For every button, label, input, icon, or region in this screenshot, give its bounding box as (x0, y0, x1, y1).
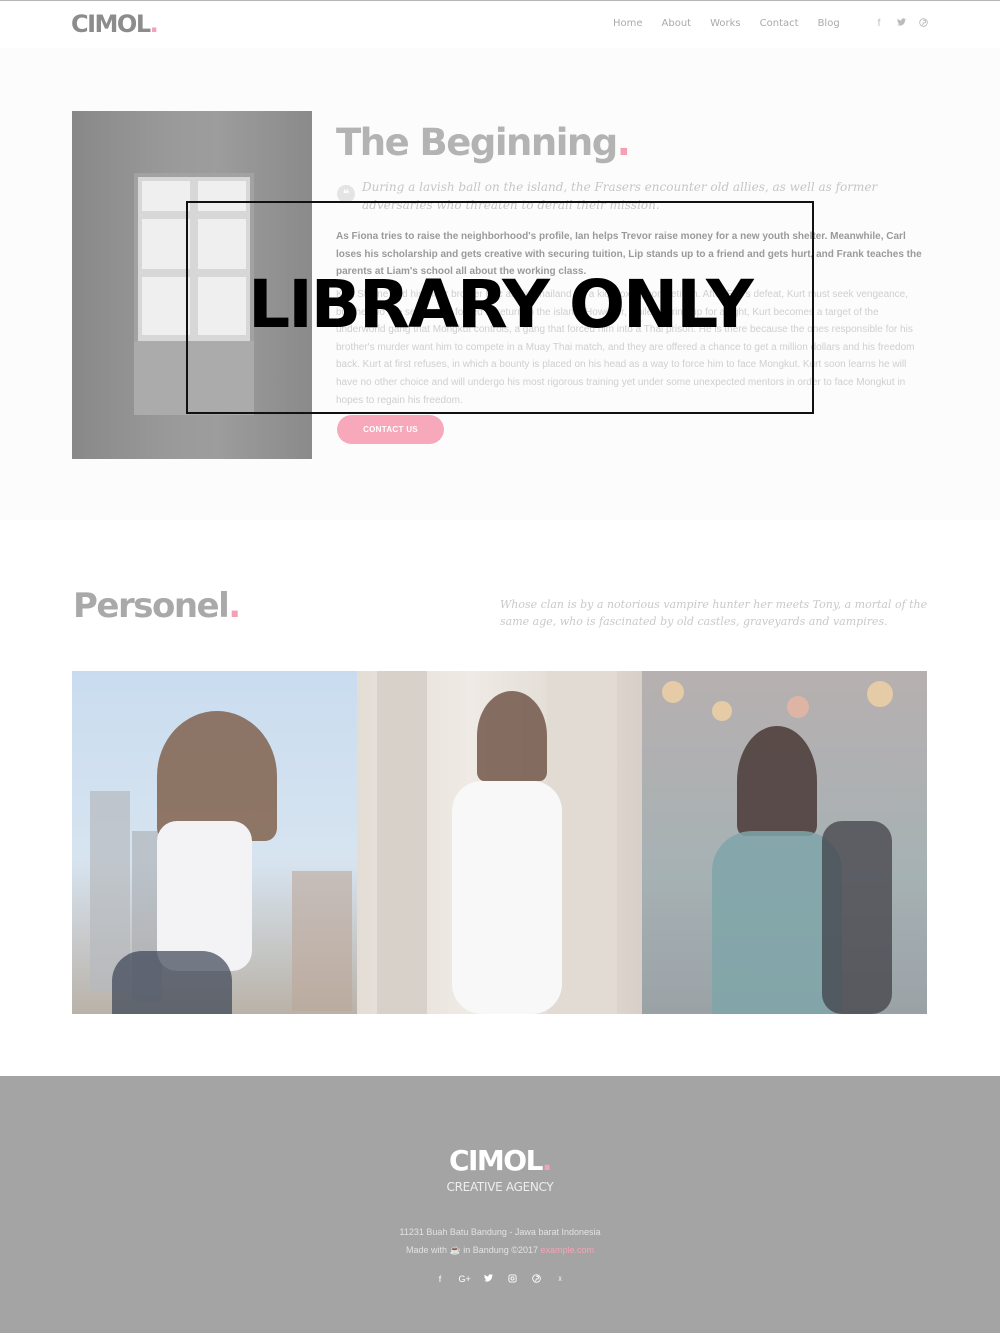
nav-works[interactable]: Works (710, 18, 741, 29)
personel-gallery (72, 671, 928, 1014)
footer-address: 11231 Buah Batu Bandung - Jawa barat Ind… (399, 1227, 601, 1237)
nav-home[interactable]: Home (613, 18, 643, 29)
gallery-photo-1[interactable] (72, 671, 357, 1014)
contact-us-button[interactable]: CONTACT US (337, 415, 444, 444)
library-only-watermark: LIBRARY ONLY (186, 201, 814, 414)
site-logo[interactable]: CIMOL. (71, 10, 159, 38)
site-footer: CIMOL. CREATIVE AGENCY 11231 Buah Batu B… (0, 1076, 1000, 1333)
footer-social: f G+ ᵡ (0, 1274, 1000, 1285)
header-social: f (874, 18, 928, 30)
footer-link[interactable]: example.com (540, 1245, 594, 1255)
pinterest-icon[interactable] (531, 1274, 542, 1285)
footer-made-with: Made with ☕ in Bandung ©2017 example.com (405, 1245, 595, 1255)
personel-title: Personel. (73, 586, 241, 626)
twitter-icon[interactable] (896, 18, 906, 30)
personel-quote: Whose clan is by a notorious vampire hun… (500, 598, 928, 628)
twitter-icon[interactable] (483, 1274, 494, 1285)
coffee-icon: ☕ (449, 1245, 461, 1255)
beginning-title: The Beginning. (336, 121, 631, 164)
nav-about[interactable]: About (662, 18, 692, 29)
main-nav: Home About Works Contact Blog (613, 18, 859, 29)
facebook-icon[interactable]: f (435, 1274, 446, 1285)
instagram-icon[interactable] (507, 1274, 518, 1285)
nav-blog[interactable]: Blog (818, 18, 840, 29)
nav-contact[interactable]: Contact (760, 18, 799, 29)
google-plus-icon[interactable]: G+ (459, 1274, 471, 1285)
xing-icon[interactable]: ᵡ (555, 1274, 566, 1285)
watermark-text: LIBRARY ONLY (248, 266, 754, 343)
facebook-icon[interactable]: f (874, 18, 884, 30)
site-header: CIMOL. Home About Works Contact Blog f (0, 0, 1000, 48)
footer-logo[interactable]: CIMOL. (0, 1144, 1000, 1177)
pinterest-icon[interactable] (918, 18, 928, 30)
footer-tagline: CREATIVE AGENCY (446, 1180, 554, 1194)
gallery-photo-2[interactable] (357, 671, 642, 1014)
gallery-photo-3[interactable] (642, 671, 927, 1014)
